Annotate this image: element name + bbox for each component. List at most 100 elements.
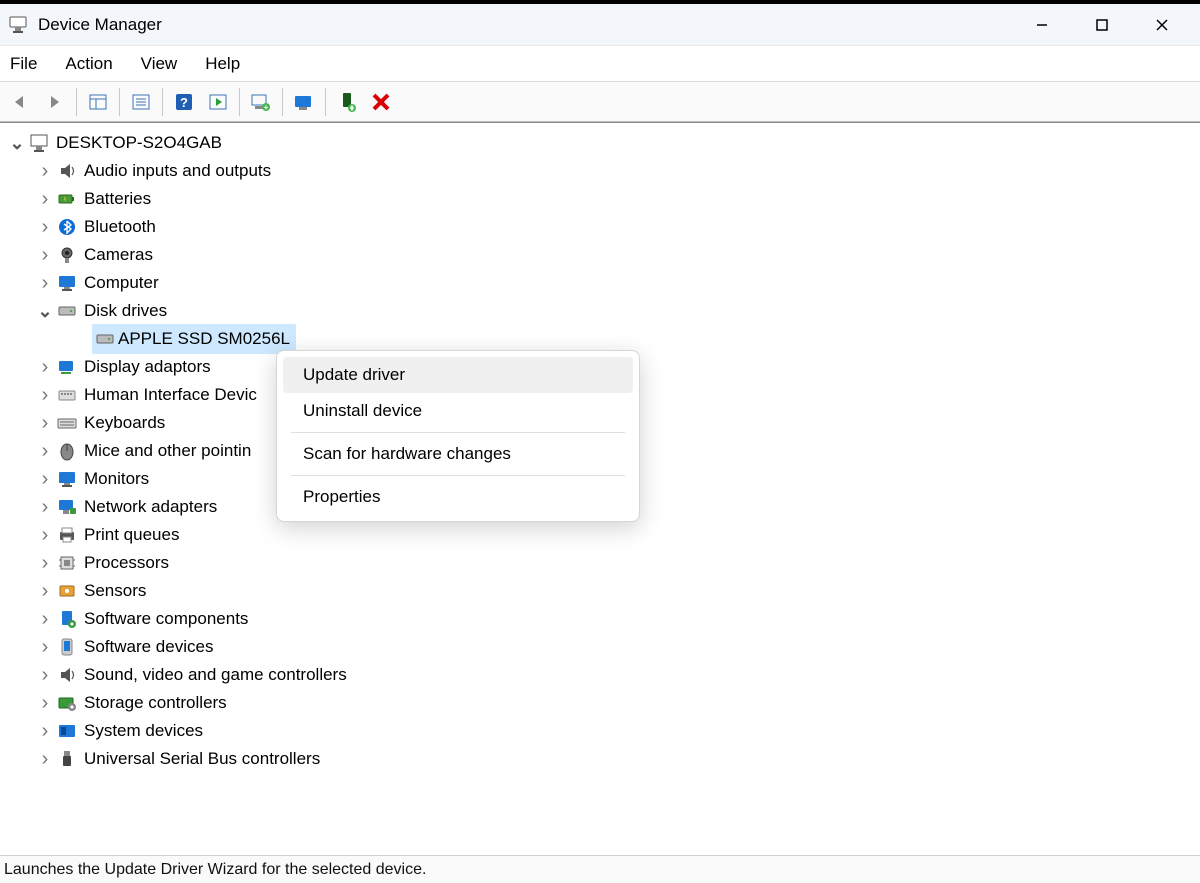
expand-caret-icon[interactable] (34, 164, 56, 178)
expand-caret-icon[interactable] (34, 612, 56, 626)
tree-item-system[interactable]: System devices (6, 717, 1196, 745)
tree-item-bluetooth[interactable]: Bluetooth (6, 213, 1196, 241)
back-button[interactable] (5, 87, 37, 117)
minimize-button[interactable] (1012, 4, 1072, 46)
expand-caret-icon[interactable] (34, 276, 56, 290)
expand-caret-icon[interactable] (34, 192, 56, 206)
scan-hardware-button[interactable]: + (245, 87, 277, 117)
expand-caret-icon[interactable] (34, 360, 56, 374)
toolbar-separator (76, 88, 77, 116)
bluetooth-icon (56, 216, 78, 238)
close-button[interactable] (1132, 4, 1192, 46)
context-item-label: Scan for hardware changes (303, 444, 511, 463)
tree-item-label: Mice and other pointin (84, 437, 251, 465)
help-button[interactable]: ? (168, 87, 200, 117)
tree-item-print-queues[interactable]: Print queues (6, 521, 1196, 549)
tree-item-label: Software components (84, 605, 248, 633)
expand-caret-icon[interactable] (34, 696, 56, 710)
expand-caret-icon[interactable] (6, 137, 28, 149)
expand-caret-icon[interactable] (34, 388, 56, 402)
tree-item-processors[interactable]: Processors (6, 549, 1196, 577)
tree-item-label: Print queues (84, 521, 179, 549)
software-device-icon (56, 636, 78, 658)
properties-button[interactable] (125, 87, 157, 117)
context-item-label: Uninstall device (303, 401, 422, 420)
action-button[interactable] (202, 87, 234, 117)
show-hide-console-tree-button[interactable] (82, 87, 114, 117)
tree-item-label: Batteries (84, 185, 151, 213)
tree-item-apple-ssd[interactable]: APPLE SSD SM0256L (6, 325, 1196, 353)
software-component-icon (56, 608, 78, 630)
maximize-button[interactable] (1072, 4, 1132, 46)
tree-item-label: System devices (84, 717, 203, 745)
tree-item-storage[interactable]: Storage controllers (6, 689, 1196, 717)
tree-item-label: Disk drives (84, 297, 167, 325)
status-text: Launches the Update Driver Wizard for th… (4, 861, 426, 879)
menu-help[interactable]: Help (203, 52, 242, 76)
tree-item-label: APPLE SSD SM0256L (118, 325, 290, 353)
expand-caret-icon[interactable] (34, 248, 56, 262)
tree-item-sound[interactable]: Sound, video and game controllers (6, 661, 1196, 689)
tree-item-batteries[interactable]: Batteries (6, 185, 1196, 213)
toolbar-separator (325, 88, 326, 116)
printer-icon (56, 524, 78, 546)
tree-item-software-devices[interactable]: Software devices (6, 633, 1196, 661)
update-driver-button[interactable] (288, 87, 320, 117)
tree-item-sensors[interactable]: Sensors (6, 577, 1196, 605)
tree-item-disk-drives[interactable]: Disk drives (6, 297, 1196, 325)
context-menu: Update driver Uninstall device Scan for … (276, 350, 640, 522)
expand-caret-icon[interactable] (34, 584, 56, 598)
tree-root[interactable]: DESKTOP-S2O4GAB (6, 129, 1196, 157)
context-scan-hardware[interactable]: Scan for hardware changes (283, 436, 633, 472)
tree-item-label: Network adapters (84, 493, 217, 521)
title-bar: Device Manager (0, 4, 1200, 46)
storage-controller-icon (56, 692, 78, 714)
tree-item-cameras[interactable]: Cameras (6, 241, 1196, 269)
uninstall-device-button[interactable] (365, 87, 397, 117)
tree-item-label: Cameras (84, 241, 153, 269)
camera-icon (56, 244, 78, 266)
hid-icon (56, 384, 78, 406)
context-item-label: Properties (303, 487, 380, 506)
tree-item-label: Processors (84, 549, 169, 577)
tree-item-label: Monitors (84, 465, 149, 493)
menu-view[interactable]: View (139, 52, 180, 76)
forward-button[interactable] (39, 87, 71, 117)
menu-file[interactable]: File (8, 52, 39, 76)
display-adapter-icon (56, 356, 78, 378)
toolbar-separator (119, 88, 120, 116)
expand-caret-icon[interactable] (34, 668, 56, 682)
expand-caret-icon[interactable] (34, 556, 56, 570)
toolbar-separator (162, 88, 163, 116)
expand-caret-icon[interactable] (34, 528, 56, 542)
context-properties[interactable]: Properties (283, 479, 633, 515)
expand-caret-icon[interactable] (34, 752, 56, 766)
tree-item-label: Software devices (84, 633, 213, 661)
network-adapter-icon (56, 496, 78, 518)
enable-device-button[interactable] (331, 87, 363, 117)
expand-caret-icon[interactable] (34, 444, 56, 458)
expand-caret-icon[interactable] (34, 220, 56, 234)
toolbar: ? + (0, 82, 1200, 122)
disk-drive-icon (94, 328, 116, 350)
context-update-driver[interactable]: Update driver (283, 357, 633, 393)
expand-caret-icon[interactable] (34, 640, 56, 654)
context-separator (291, 475, 625, 476)
menu-action[interactable]: Action (63, 52, 114, 76)
sensor-icon (56, 580, 78, 602)
tree-root-label: DESKTOP-S2O4GAB (56, 129, 222, 157)
expand-caret-icon[interactable] (34, 416, 56, 430)
tree-item-software-components[interactable]: Software components (6, 605, 1196, 633)
tree-item-label: Computer (84, 269, 159, 297)
expand-caret-icon[interactable] (34, 500, 56, 514)
svg-text:?: ? (180, 95, 188, 110)
expand-caret-icon[interactable] (34, 724, 56, 738)
tree-item-usb[interactable]: Universal Serial Bus controllers (6, 745, 1196, 773)
svg-text:+: + (264, 103, 269, 112)
tree-item-computer[interactable]: Computer (6, 269, 1196, 297)
tree-item-audio[interactable]: Audio inputs and outputs (6, 157, 1196, 185)
expand-caret-icon[interactable] (34, 305, 56, 317)
context-uninstall-device[interactable]: Uninstall device (283, 393, 633, 429)
expand-caret-icon[interactable] (34, 472, 56, 486)
status-bar: Launches the Update Driver Wizard for th… (0, 855, 1200, 883)
